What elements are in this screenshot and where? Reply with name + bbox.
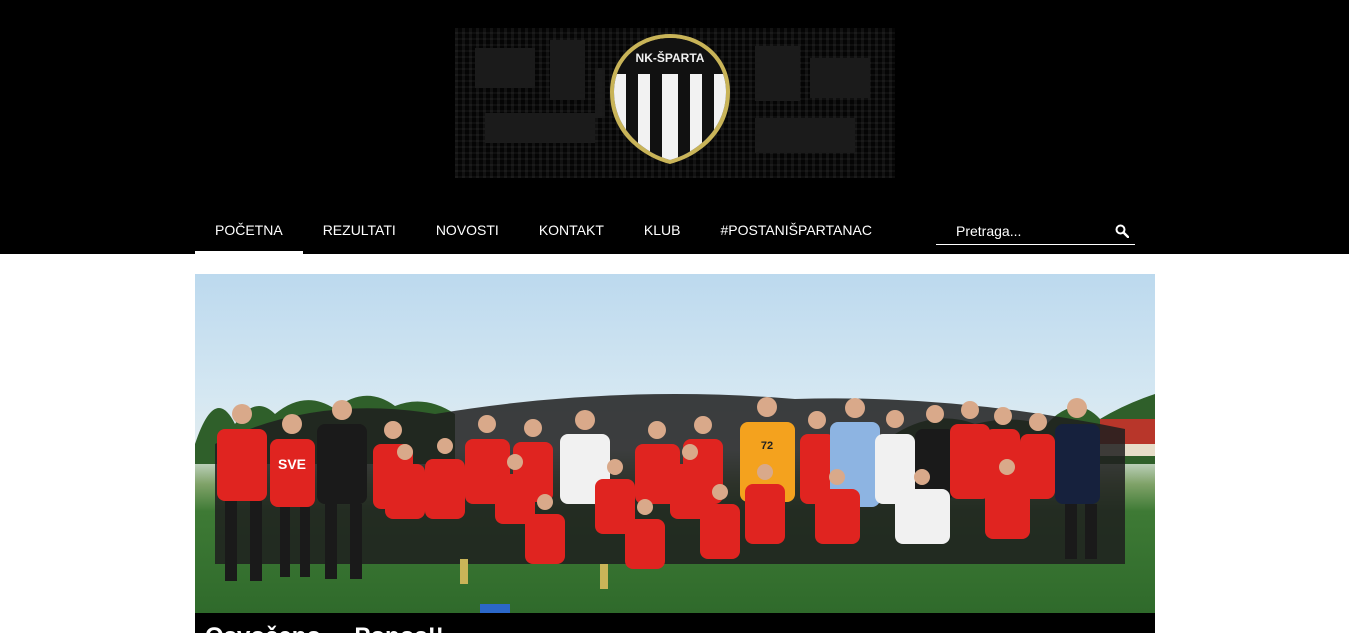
featured-image[interactable]: 72 SVE <box>195 274 1155 613</box>
shirt-text: SVE <box>278 456 306 472</box>
search-box <box>936 217 1135 245</box>
nav-item-postanispartanac[interactable]: #POSTANIŠPARTANAC <box>700 208 891 254</box>
nav-item-klub[interactable]: KLUB <box>624 208 701 254</box>
search-input[interactable] <box>936 217 1106 244</box>
main-nav: POČETNA REZULTATI NOVOSTI KONTAKT KLUB #… <box>195 208 892 254</box>
crest-year: 1924 <box>667 104 679 129</box>
nav-item-pocetna[interactable]: POČETNA <box>195 208 303 254</box>
featured-title[interactable]: Osvočeno ... Ponos!! <box>205 623 444 633</box>
nav-item-rezultati[interactable]: REZULTATI <box>303 208 416 254</box>
nav-item-kontakt[interactable]: KONTAKT <box>519 208 624 254</box>
site-header: NK-ŠPARTA 1924 POČETNA REZULTATI NOVOSTI… <box>0 0 1349 254</box>
search-icon[interactable] <box>1115 224 1129 238</box>
club-crest-icon[interactable]: NK-ŠPARTA 1924 <box>606 32 734 164</box>
featured-title-bar: Osvočeno ... Ponos!! <box>195 613 1155 633</box>
crest-name: NK-ŠPARTA <box>636 50 705 65</box>
nav-item-novosti[interactable]: NOVOSTI <box>416 208 519 254</box>
jersey-number: 72 <box>761 440 773 452</box>
team-photo: 72 SVE <box>195 394 1155 613</box>
